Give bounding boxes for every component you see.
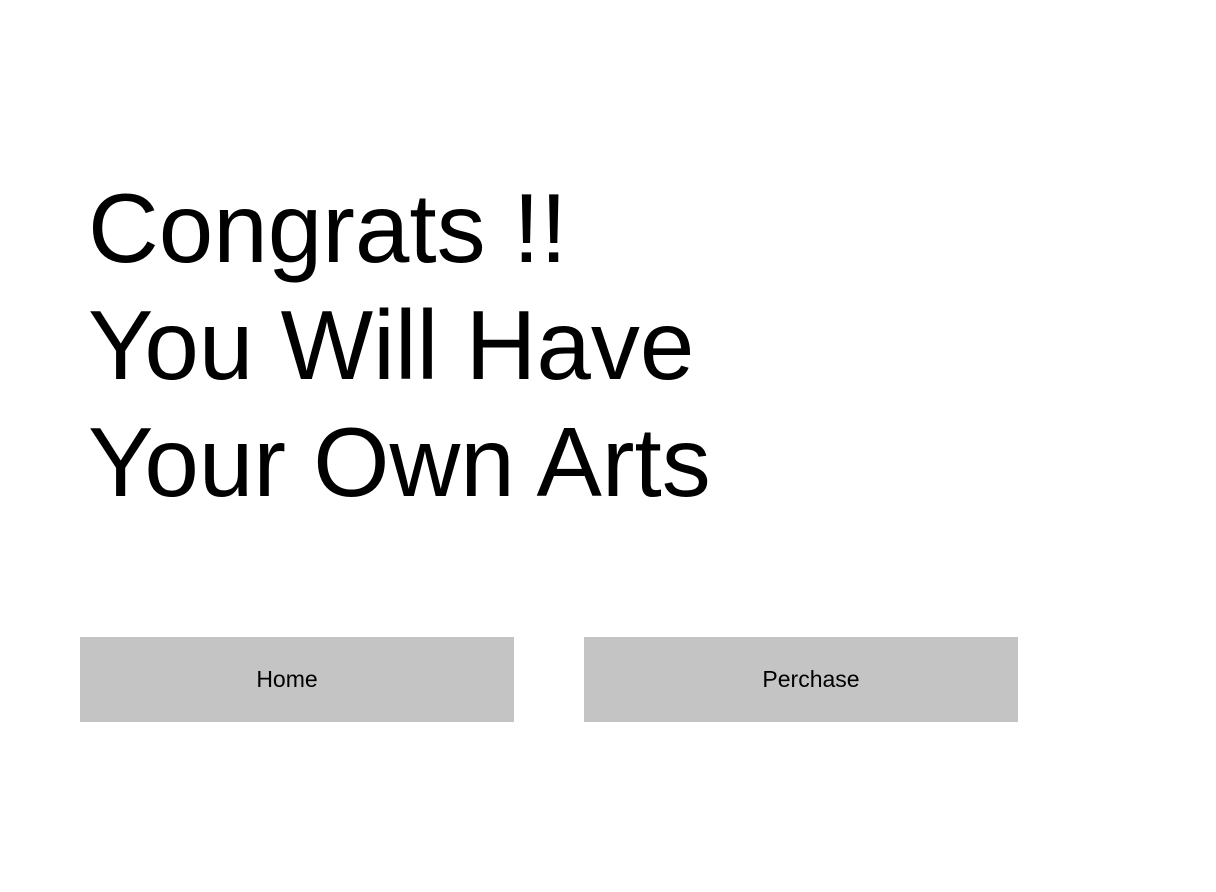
- heading-line-1: Congrats !!: [88, 173, 568, 283]
- home-button[interactable]: Home: [80, 637, 514, 722]
- heading-line-2: You Will Have: [88, 290, 695, 400]
- heading-line-3: Your Own Arts: [88, 407, 711, 517]
- purchase-button[interactable]: Perchase: [584, 637, 1018, 722]
- congrats-heading: Congrats !! You Will Have Your Own Arts: [88, 170, 711, 521]
